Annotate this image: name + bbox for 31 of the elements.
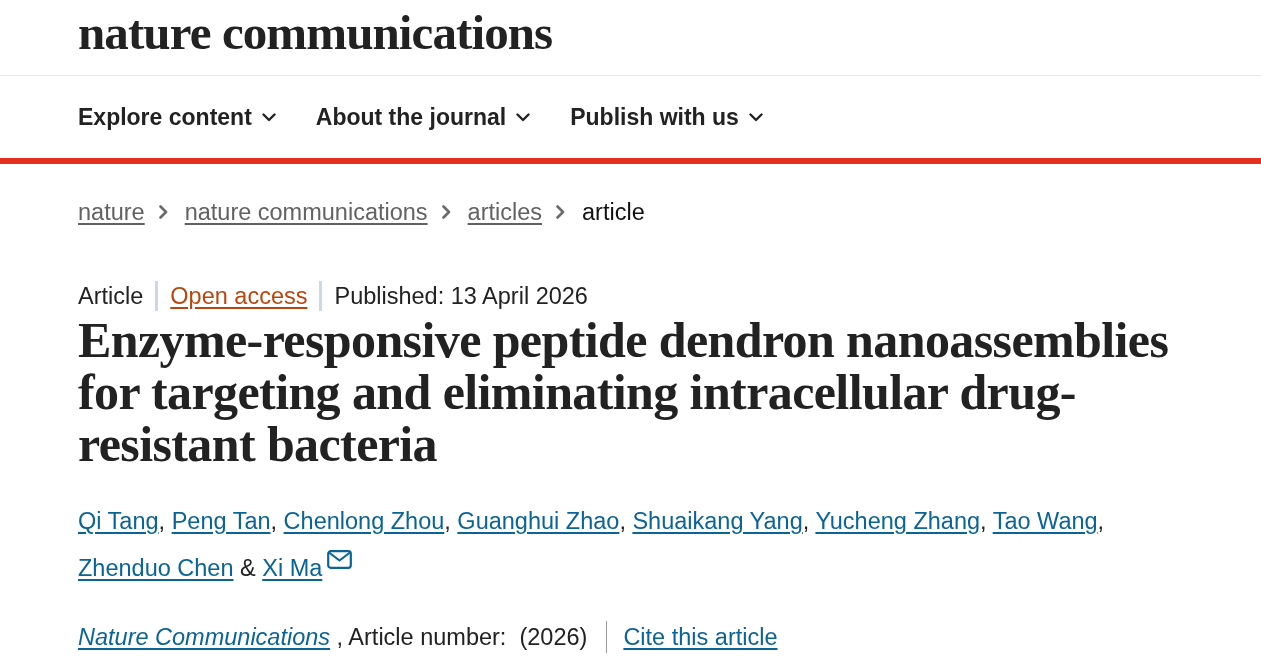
article-title: Enzyme-responsive peptide dendron nanoassemblies for targeting and eliminating intracellular drug-resistant bacteria [78, 314, 1170, 470]
chevron-icon [556, 205, 566, 219]
chevron-icon [441, 205, 451, 219]
author-link[interactable]: Qi Tang [78, 508, 159, 534]
breadcrumb-link[interactable]: articles [467, 197, 543, 227]
breadcrumb-current: article [582, 198, 645, 227]
author-link[interactable]: Yucheng Zhang [815, 508, 981, 534]
author-link[interactable]: Xi Ma [262, 555, 323, 581]
chevron-icon [158, 205, 168, 219]
journal-link[interactable]: Nature Communications [78, 624, 331, 650]
author-list: Qi Tang, Peng Tan, Chenlong Zhou, Guanghui Zhao, Shuaikang Yang, Yucheng Zhang, Tao Wang, Zhenduo Chen & Xi Ma [78, 498, 1208, 592]
author-link[interactable]: Chenlong Zhou [283, 508, 445, 534]
article-type: Article [78, 282, 144, 311]
nav-menu-button[interactable]: About the journal [315, 102, 531, 132]
author-link[interactable]: Peng Tan [171, 508, 271, 534]
caret-icon [261, 112, 276, 122]
author-link[interactable]: Guanghui Zhao [457, 508, 620, 534]
caret-icon [748, 112, 763, 122]
author-link[interactable]: Zhenduo Chen [78, 555, 234, 581]
breadcrumb-link[interactable]: nature communications [184, 197, 428, 227]
open-access-link[interactable]: Open access [170, 281, 308, 311]
nav-menu-button[interactable]: Publish with us [570, 102, 763, 132]
site-logo[interactable]: nature communications [78, 8, 553, 57]
breadcrumb-link[interactable]: nature [78, 197, 145, 227]
caret-icon [516, 112, 531, 122]
published-date: Published: 13 April 2026 [334, 282, 588, 311]
nav-menu-button[interactable]: Explore content [78, 102, 276, 132]
citation-text: Nature Communications , Article number: (2026) [78, 623, 588, 652]
cite-article-link[interactable]: Cite this article [623, 622, 778, 652]
author-link[interactable]: Shuaikang Yang [632, 508, 803, 534]
author-link[interactable]: Tao Wang [992, 508, 1098, 534]
